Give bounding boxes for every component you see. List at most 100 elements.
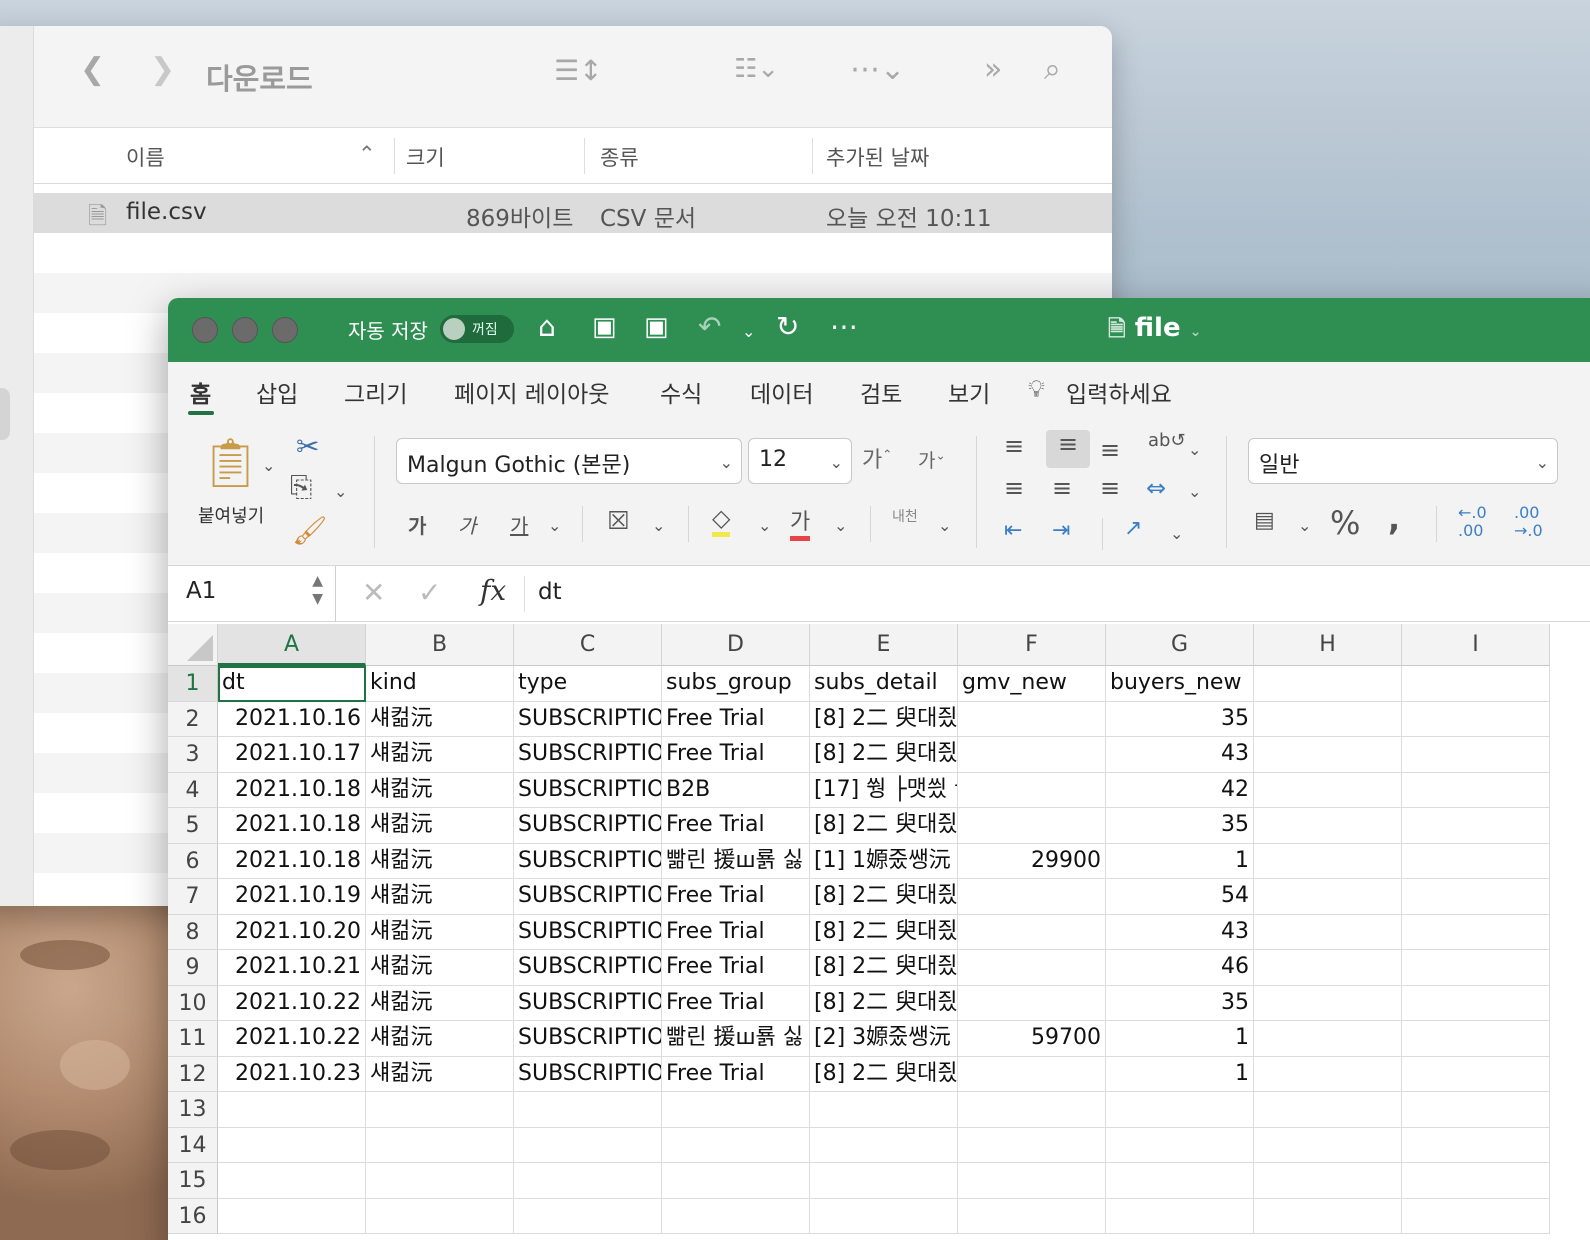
copy-icon[interactable]: ⎘	[290, 470, 312, 504]
cell[interactable]: 섀컮沅	[366, 843, 514, 879]
cell[interactable]	[1402, 737, 1550, 773]
cell[interactable]	[1254, 808, 1402, 844]
cell[interactable]: [8] 2二 臾대즸泥댄뿕	[810, 950, 958, 986]
home-icon[interactable]: ⌂	[538, 310, 556, 343]
cell[interactable]: [8] 2二 臾대즸泥댄뿕	[810, 808, 958, 844]
cell[interactable]: 2021.10.18	[218, 772, 366, 808]
cell[interactable]	[958, 879, 1106, 915]
orientation-icon[interactable]: ab↺	[1148, 430, 1186, 451]
cell[interactable]	[810, 1163, 958, 1199]
cell[interactable]: SUBSCRIPTIO	[514, 985, 662, 1021]
cell[interactable]	[1402, 1092, 1550, 1128]
cell[interactable]: kind	[366, 666, 514, 702]
cell[interactable]	[1402, 1021, 1550, 1057]
cell[interactable]: 1	[1106, 1021, 1254, 1057]
cell[interactable]	[810, 1198, 958, 1234]
cell[interactable]: Free Trial	[662, 950, 810, 986]
cell[interactable]: 43	[1106, 914, 1254, 950]
cell[interactable]: 섀컮沅	[366, 772, 514, 808]
cell[interactable]: [17] 쒕 ├맷씠 꿀쭅	[810, 772, 958, 808]
bold-button[interactable]: 가	[408, 510, 426, 539]
insert-function-icon[interactable]: fx	[480, 574, 506, 607]
cell[interactable]: buyers_new	[1106, 666, 1254, 702]
cell[interactable]: [8] 2二 臾대즸泥댄뿕	[810, 914, 958, 950]
align-center-icon[interactable]: ≡	[1052, 474, 1072, 502]
row-header[interactable]: 5	[168, 808, 218, 844]
tab-home[interactable]: 홈	[190, 375, 211, 409]
row-header[interactable]: 4	[168, 772, 218, 808]
increase-decimal-icon[interactable]: ←.0.00	[1458, 504, 1487, 540]
row-header[interactable]: 3	[168, 737, 218, 773]
cell[interactable]	[1106, 1127, 1254, 1163]
cell[interactable]	[958, 737, 1106, 773]
cell[interactable]	[958, 950, 1106, 986]
cell[interactable]: 섀컮沅	[366, 701, 514, 737]
column-header-e[interactable]: E	[810, 624, 958, 666]
cell[interactable]	[1254, 1127, 1402, 1163]
cell[interactable]	[1254, 772, 1402, 808]
column-header-c[interactable]: C	[514, 624, 662, 666]
cell[interactable]: [1] 1嫄줐쌩沅	[810, 843, 958, 879]
zoom-button[interactable]	[272, 317, 298, 343]
cell[interactable]	[958, 1092, 1106, 1128]
cell[interactable]	[1254, 666, 1402, 702]
cell[interactable]	[958, 985, 1106, 1021]
format-painter-icon[interactable]: 🖌︎	[292, 514, 328, 547]
tab-view[interactable]: 보기	[948, 375, 990, 409]
cell[interactable]: SUBSCRIPTIO	[514, 772, 662, 808]
row-header[interactable]: 16	[168, 1198, 218, 1234]
borders-dropdown-icon[interactable]: ⌄	[652, 516, 665, 535]
cell[interactable]: SUBSCRIPTIO	[514, 737, 662, 773]
cell[interactable]: Free Trial	[662, 808, 810, 844]
cell[interactable]: [8] 2二 臾대즸泥댄뿕	[810, 879, 958, 915]
cell[interactable]: 섀컮沅	[366, 914, 514, 950]
tab-data[interactable]: 데이터	[750, 375, 813, 409]
number-format-select[interactable]: 일반 ⌄	[1248, 438, 1558, 484]
cell[interactable]: 42	[1106, 772, 1254, 808]
cell[interactable]	[1254, 950, 1402, 986]
cell[interactable]: 2021.10.18	[218, 843, 366, 879]
phonetic-dropdown-icon[interactable]: ⌄	[938, 516, 951, 535]
cell[interactable]	[366, 1198, 514, 1234]
cell[interactable]	[662, 1198, 810, 1234]
row-header[interactable]: 13	[168, 1092, 218, 1128]
cell[interactable]: 2021.10.21	[218, 950, 366, 986]
row-header[interactable]: 12	[168, 1056, 218, 1092]
column-header-i[interactable]: I	[1402, 624, 1550, 666]
font-color-dropdown-icon[interactable]: ⌄	[834, 516, 847, 535]
cell[interactable]	[1254, 914, 1402, 950]
italic-button[interactable]: 가	[458, 510, 476, 539]
cell[interactable]: Free Trial	[662, 914, 810, 950]
cell[interactable]: Free Trial	[662, 879, 810, 915]
tell-me-search[interactable]: 입력하세요	[1066, 375, 1172, 409]
grow-font-button[interactable]: 가⌃	[862, 442, 892, 474]
cell[interactable]: Free Trial	[662, 985, 810, 1021]
accounting-format-icon[interactable]: ▤	[1254, 508, 1275, 533]
worksheet-grid[interactable]: A B C D E F G H I 1 dt kind type subs_group subs_detai…	[168, 624, 1590, 1240]
cell[interactable]	[662, 1127, 810, 1163]
tab-insert[interactable]: 삽입	[256, 375, 298, 409]
file-row[interactable]: 🗎 file.csv 869바이트 CSV 문서 오늘 오전 10:11	[34, 193, 1112, 233]
borders-icon[interactable]: ⮽	[608, 506, 629, 537]
cell[interactable]	[218, 1163, 366, 1199]
column-size[interactable]: 크기	[406, 142, 445, 172]
cell[interactable]: 2021.10.18	[218, 808, 366, 844]
paste-dropdown-icon[interactable]: ⌄	[262, 456, 275, 475]
cell[interactable]	[1402, 879, 1550, 915]
cell[interactable]: SUBSCRIPTIO	[514, 879, 662, 915]
cell[interactable]: 1	[1106, 1056, 1254, 1092]
cell[interactable]	[1402, 808, 1550, 844]
decrease-indent-icon[interactable]: ⇤	[1004, 518, 1022, 543]
cell[interactable]: 35	[1106, 701, 1254, 737]
cell[interactable]: 54	[1106, 879, 1254, 915]
cell[interactable]: 29900	[958, 843, 1106, 879]
cut-icon[interactable]: ✂	[296, 430, 319, 463]
paste-icon[interactable]: 📋︎	[200, 434, 261, 491]
row-header[interactable]: 15	[168, 1163, 218, 1199]
underline-dropdown-icon[interactable]: ⌄	[548, 516, 561, 535]
cell[interactable]	[1402, 701, 1550, 737]
cell[interactable]: 2021.10.20	[218, 914, 366, 950]
row-header[interactable]: 2	[168, 701, 218, 737]
cell[interactable]: 2021.10.23	[218, 1056, 366, 1092]
cell[interactable]	[1106, 1163, 1254, 1199]
